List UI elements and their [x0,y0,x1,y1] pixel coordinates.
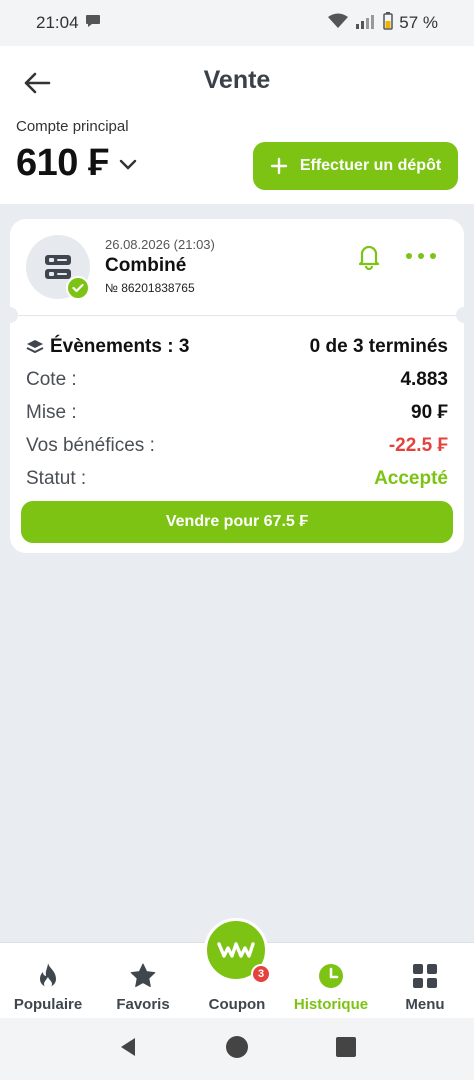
status-bar: 21:04 57 % [0,0,474,46]
balance-amount: 610 ₣ [16,142,109,184]
nav-item-history[interactable]: Historique [284,951,378,1013]
status-row: Statut : Accepté [26,468,448,490]
system-back-icon[interactable] [117,1036,139,1063]
nav-label-popular: Populaire [13,996,83,1013]
account-balance-selector[interactable]: 610 ₣ [16,142,137,185]
bet-card: 26.08.2026 (21:03) Combiné № 86201838765… [2,219,472,553]
page-title: Vente [203,66,271,94]
layers-icon [26,340,44,354]
sell-button[interactable]: Vendre pour 67.5 ₣ [21,501,453,543]
battery-icon [383,11,393,35]
more-options-icon[interactable] [404,249,438,263]
clock-icon [317,962,345,990]
bell-icon[interactable] [354,241,384,271]
profit-label: Vos bénéfices : [26,435,155,456]
bet-number: № 86201838765 [105,281,195,295]
status-value: Accepté [374,468,448,489]
nav-item-popular[interactable]: Populaire [1,951,95,1013]
account-label: Compte principal [16,118,129,135]
wifi-icon [327,13,349,34]
deposit-button[interactable]: Effectuer un dépôt [253,142,458,190]
grid-icon [411,962,439,990]
nav-label-history: Historique [293,996,369,1013]
system-nav-bar [0,1018,474,1080]
events-status: 0 de 3 terminés [309,336,448,357]
deposit-button-label: Effectuer un dépôt [299,157,442,174]
signal-icon [355,13,377,34]
profit-value: -22.5 ₣ [388,435,448,456]
status-time: 21:04 [36,13,79,32]
stake-row: Mise : 90 ₣ [26,402,448,424]
card-notch-left [2,307,18,323]
nav-item-menu[interactable]: Menu [378,951,472,1013]
nav-label-coupon: Coupon [208,996,266,1013]
nav-label-menu: Menu [405,996,445,1013]
system-home-icon[interactable] [225,1035,249,1064]
plus-icon [270,157,288,175]
star-icon [129,962,157,990]
chat-bubble-icon [85,13,101,33]
coupon-logo-icon [217,942,255,958]
card-divider [18,315,456,316]
bet-date: 26.08.2026 (21:03) [105,237,215,252]
nav-label-favorites: Favoris [116,996,170,1013]
stake-value: 90 ₣ [411,402,448,423]
page-header: Vente Compte principal 610 ₣ Effectuer u… [0,46,474,204]
stake-label: Mise : [26,402,77,423]
status-label: Statut : [26,468,87,489]
nav-item-favorites[interactable]: Favoris [96,951,190,1013]
odds-label: Cote : [26,369,77,390]
events-row: Évènements : 3 0 de 3 terminés [26,336,448,358]
card-notch-right [456,307,472,323]
coupon-count-badge: 3 [251,964,271,984]
chevron-down-icon [119,159,136,170]
profit-row: Vos bénéfices : -22.5 ₣ [26,435,448,457]
events-label: Évènements : 3 [50,336,190,357]
odds-row: Cote : 4.883 [26,369,448,391]
battery-percent: 57 % [399,13,438,32]
bet-type: Combiné [105,255,187,276]
fire-icon [34,962,62,990]
accepted-check-icon [66,276,90,300]
system-recents-icon[interactable] [335,1036,357,1063]
coupon-list-icon [45,255,71,279]
odds-value: 4.883 [400,369,448,390]
